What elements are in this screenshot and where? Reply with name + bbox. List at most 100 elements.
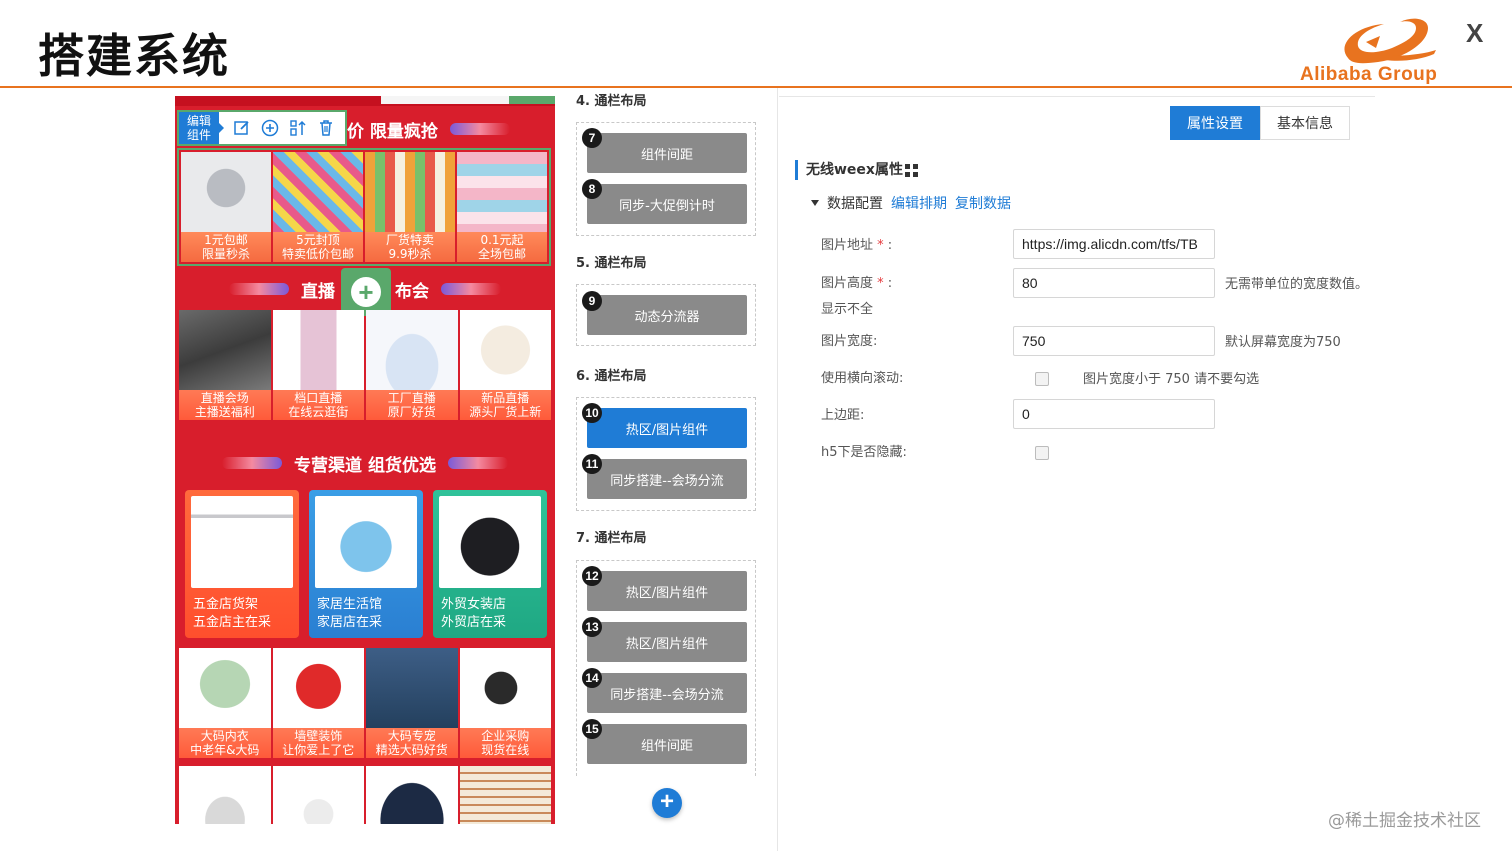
section-title: 5. 通栏布局 [576, 256, 647, 271]
mobile-preview[interactable]: 价 限量疯抢 编辑组件 1元包邮 限量秒杀 5元封顶 特卖低价包邮 厂货特卖 9.9秒 [175, 96, 555, 824]
tab-basic-info[interactable]: 基本信息 [1260, 106, 1350, 140]
edit-component-label: 编辑组件 [179, 112, 219, 144]
banner-channel: 专营渠道 组货优选 [175, 448, 555, 478]
banner-wing-decoration [447, 457, 508, 469]
image-width-hint: 默认屏幕宽度为750 [1225, 335, 1341, 350]
product-grid-category: 大码内衣 中老年&大码 墙壁装饰 让你爱上了它 大码专宠 精选大码好货 企业采购 现货在… [179, 648, 551, 758]
product-caption: 大码内衣 中老年&大码 [179, 728, 271, 758]
product-photo [179, 310, 271, 390]
product-card[interactable] [459, 766, 551, 824]
banner-channel-text: 专营渠道 组货优选 [294, 455, 436, 476]
store-card[interactable]: 外贸女装店 外贸店在采 [433, 490, 547, 638]
component-index: 9 [582, 291, 602, 311]
product-card[interactable]: 5元封顶 特卖低价包邮 [273, 152, 363, 262]
product-card[interactable]: 直播会场 主播送福利 [179, 310, 271, 420]
preview-top-bar [381, 96, 509, 104]
add-circle-icon[interactable] [256, 114, 284, 142]
component-item[interactable]: 热区/图片组件 [587, 571, 747, 611]
product-card[interactable]: 1元包邮 限量秒杀 [181, 152, 271, 262]
banner-live-right: 布会 [395, 281, 429, 302]
plus-icon: + [351, 277, 381, 307]
image-url-input[interactable]: https://img.alicdn.com/tfs/TB [1013, 229, 1215, 259]
grid-icon[interactable] [905, 164, 918, 177]
component-item[interactable]: 热区/图片组件 [587, 622, 747, 662]
component-item[interactable]: 组件间距 [587, 724, 747, 764]
horizontal-scroll-hint: 图片宽度小于 750 请不要勾选 [1083, 372, 1260, 387]
product-grid-live: 直播会场 主播送福利 档口直播 在线云逛街 工厂直播 原厂好货 新品直播 源头厂货上新 [179, 310, 551, 420]
margin-top-label: 上边距: [821, 408, 865, 423]
product-caption: 新品直播 源头厂货上新 [459, 390, 551, 420]
store-card[interactable]: 家居生活馆 家居店在采 [309, 490, 423, 638]
caret-down-icon[interactable] [811, 200, 819, 206]
image-height-input[interactable]: 80 [1013, 268, 1215, 298]
product-photo [366, 310, 458, 390]
h5-hide-checkbox[interactable] [1035, 446, 1049, 460]
edit-schedule-link[interactable]: 编辑排期 [891, 193, 947, 213]
store-grid: 五金店货架 五金店主在采 家居生活馆 家居店在采 外贸女装店 外贸店在采 [185, 490, 547, 638]
close-icon[interactable]: X [1466, 18, 1483, 49]
component-index: 14 [582, 668, 602, 688]
product-card[interactable] [179, 766, 271, 824]
component-item[interactable]: 动态分流器 [587, 295, 747, 335]
h5-hide-label: h5下是否隐藏: [821, 445, 907, 460]
preview-top-tag [509, 96, 555, 104]
product-photo [272, 766, 364, 824]
component-item[interactable]: 同步-大促倒计时 [587, 184, 747, 224]
image-width-input[interactable]: 750 [1013, 326, 1215, 356]
product-caption: 企业采购 现货在线 [459, 728, 551, 758]
product-card[interactable]: 0.1元起 全场包邮 [457, 152, 547, 262]
layout-list-panel: 4. 通栏布局 组件间距 同步-大促倒计时 7 8 5. 通栏布局 动态分流器 … [556, 88, 778, 851]
product-card[interactable]: 新品直播 源头厂货上新 [459, 310, 551, 420]
component-index: 8 [582, 179, 602, 199]
product-photo [366, 648, 458, 728]
component-item[interactable]: 组件间距 [587, 133, 747, 173]
product-photo [181, 152, 271, 232]
product-photo [366, 766, 458, 824]
tab-property-settings[interactable]: 属性设置 [1170, 106, 1260, 140]
copy-data-link[interactable]: 复制数据 [955, 193, 1011, 213]
product-card[interactable]: 墙壁装饰 让你爱上了它 [272, 648, 364, 758]
edit-icon[interactable] [228, 114, 256, 142]
image-height-note: 显示不全 [821, 302, 874, 317]
product-card[interactable] [366, 766, 458, 824]
product-caption: 5元封顶 特卖低价包邮 [273, 232, 363, 262]
property-panel: 属性设置 基本信息 无线weex属性 数据配置 编辑排期 复制数据 图片地址 *… [779, 96, 1375, 836]
image-url-label: 图片地址 * : [821, 238, 893, 253]
product-photo [272, 310, 364, 390]
component-item[interactable]: 同步搭建--会场分流 [587, 459, 747, 499]
component-item-active[interactable]: 热区/图片组件 [587, 408, 747, 448]
product-card[interactable]: 工厂直播 原厂好货 [366, 310, 458, 420]
data-config-row: 数据配置 编辑排期 复制数据 [811, 193, 1011, 213]
product-caption: 大码专宠 精选大码好货 [366, 728, 458, 758]
store-photo [191, 496, 293, 588]
banner-live-left: 直播 [301, 281, 335, 302]
store-photo [315, 496, 417, 588]
margin-top-input[interactable]: 0 [1013, 399, 1215, 429]
panel-tabs: 属性设置 基本信息 [1170, 106, 1350, 140]
slide-title: 搭建系统 [38, 29, 230, 83]
product-caption: 档口直播 在线云逛街 [272, 390, 364, 420]
product-card[interactable]: 厂货特卖 9.9秒杀 [365, 152, 455, 262]
product-photo [272, 648, 364, 728]
data-config-label[interactable]: 数据配置 [827, 193, 883, 213]
product-card[interactable]: 大码内衣 中老年&大码 [179, 648, 271, 758]
horizontal-scroll-checkbox[interactable] [1035, 372, 1049, 386]
add-layout-button[interactable]: + [652, 788, 682, 818]
component-edit-toolbar: 编辑组件 [177, 110, 347, 146]
component-index: 15 [582, 719, 602, 739]
product-card[interactable]: 企业采购 现货在线 [459, 648, 551, 758]
product-card[interactable]: 档口直播 在线云逛街 [272, 310, 364, 420]
store-caption: 外贸女装店 外贸店在采 [441, 597, 507, 630]
product-caption: 厂货特卖 9.9秒杀 [365, 232, 455, 262]
trash-icon[interactable] [312, 114, 340, 142]
layout-group: 热区/图片组件 同步搭建--会场分流 [576, 397, 756, 511]
store-card[interactable]: 五金店货架 五金店主在采 [185, 490, 299, 638]
insert-component-button[interactable]: + [341, 268, 391, 316]
banner-wing-decoration [229, 283, 289, 295]
product-photo [459, 766, 551, 824]
sort-icon[interactable] [284, 114, 312, 142]
component-item[interactable]: 同步搭建--会场分流 [587, 673, 747, 713]
product-card[interactable] [272, 766, 364, 824]
banner-flash-sale-text: 价 限量疯抢 [347, 121, 438, 142]
product-card[interactable]: 大码专宠 精选大码好货 [366, 648, 458, 758]
